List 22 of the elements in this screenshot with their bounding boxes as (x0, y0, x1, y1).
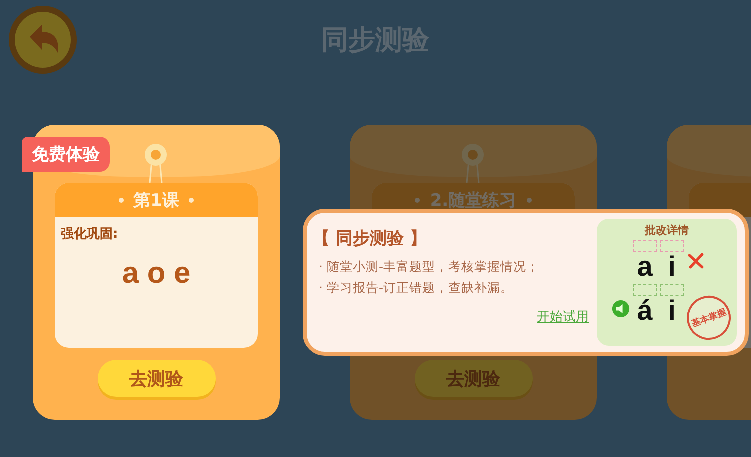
lesson-title: 第1课 (134, 190, 180, 212)
lesson-subtitle: 强化巩固: (61, 226, 120, 243)
pinyin-letters: a o e (121, 257, 192, 291)
try-link[interactable]: 开始试用 (537, 308, 589, 326)
back-button[interactable] (8, 5, 78, 75)
start-test-button[interactable]: 去测验 (98, 360, 216, 397)
pinyin-letter: á (637, 296, 653, 326)
feature-line: · 随堂小测-丰富题型，考核掌握情况； (319, 258, 540, 276)
popup-title: 【 同步测验 】 (313, 228, 428, 250)
dot-icon (526, 198, 532, 202)
start-test-button[interactable]: 去测验 (414, 360, 532, 397)
dot-icon (189, 198, 194, 202)
free-trial-badge: 免费体验 (22, 137, 110, 172)
pinyin-letter: i (668, 296, 676, 326)
lesson-title: 2.随堂练习 (430, 190, 517, 212)
dot-icon (415, 198, 420, 202)
pinyin-letter: i (668, 252, 676, 282)
preview-heading: 批改详情 (645, 223, 689, 238)
speaker-icon[interactable] (612, 300, 630, 318)
dot-icon (118, 198, 124, 202)
feature-line: · 学习报告-订正错题，查缺补漏。 (319, 279, 514, 297)
pinyin-letter: a (637, 252, 653, 282)
